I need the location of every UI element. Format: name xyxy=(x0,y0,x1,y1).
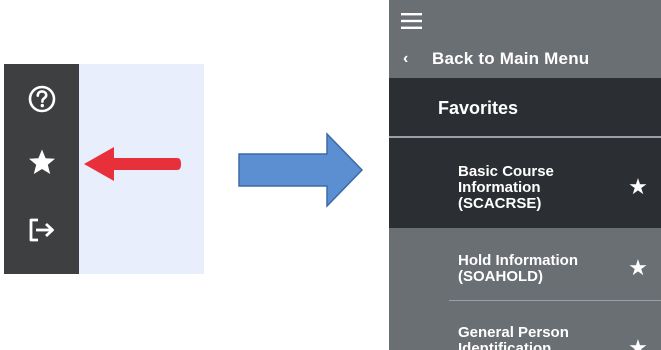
collapsed-sidebar xyxy=(4,64,79,274)
favorites-header[interactable]: Favorites xyxy=(389,78,661,138)
favorite-item-label: Hold Information (SOAHOLD) xyxy=(458,252,578,285)
favorite-item-general-person[interactable]: General Person Identification ★ xyxy=(389,301,661,350)
back-label: Back to Main Menu xyxy=(432,49,590,68)
back-to-main-menu-link[interactable]: ‹ Back to Main Menu xyxy=(389,42,661,76)
expanded-menu: ‹ Back to Main Menu Favorites Basic Cour… xyxy=(389,0,661,350)
star-icon[interactable]: ★ xyxy=(626,335,650,350)
red-pointer-arrow-icon xyxy=(84,147,181,181)
sign-out-icon[interactable] xyxy=(4,215,79,245)
favorite-item-label: General Person Identification xyxy=(458,324,569,350)
favorite-item-label: Basic Course Information (SCACRSE) xyxy=(458,163,554,212)
favorite-item-soahold[interactable]: Hold Information (SOAHOLD) ★ xyxy=(389,228,661,300)
favorites-label: Favorites xyxy=(438,98,519,118)
help-icon[interactable] xyxy=(4,84,79,114)
hamburger-menu-icon[interactable] xyxy=(401,12,423,35)
blue-right-arrow-icon xyxy=(238,132,364,208)
star-icon[interactable] xyxy=(4,147,79,177)
star-icon[interactable]: ★ xyxy=(626,174,650,200)
chevron-left-icon: ‹ xyxy=(403,50,409,67)
favorite-item-scacrse[interactable]: Basic Course Information (SCACRSE) ★ xyxy=(389,138,661,228)
star-icon[interactable]: ★ xyxy=(626,255,650,281)
